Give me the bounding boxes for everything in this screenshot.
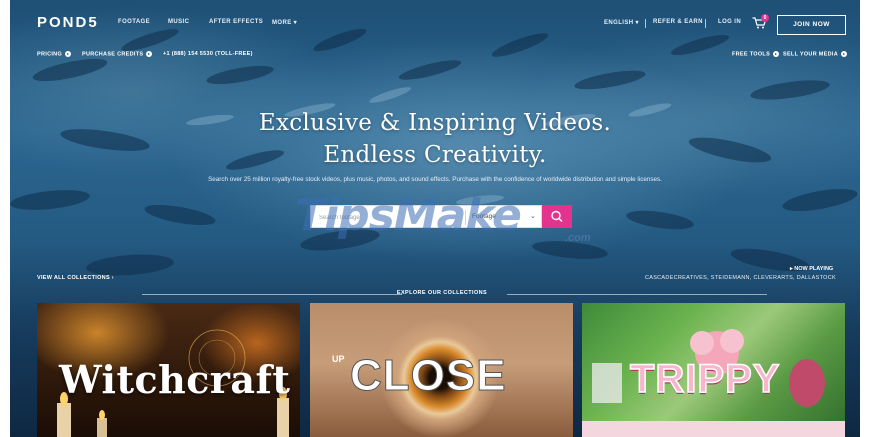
nav-separator bbox=[645, 19, 646, 28]
now-playing-credits[interactable]: CASCADECREATIVES, STEIDEMANN, CLEVERARTS… bbox=[645, 275, 836, 281]
view-all-collections-link[interactable]: VIEW ALL COLLECTIONS › bbox=[37, 275, 114, 281]
play-circle-icon bbox=[841, 51, 848, 57]
nav-music[interactable]: MUSIC bbox=[168, 19, 189, 25]
page: POND5 FOOTAGE MUSIC AFTER EFFECTS MORE ▾… bbox=[0, 0, 870, 437]
play-circle-icon bbox=[65, 51, 72, 57]
top-navigation: POND5 FOOTAGE MUSIC AFTER EFFECTS MORE ▾… bbox=[10, 0, 860, 44]
collection-card-up-close[interactable]: UP CLOSE bbox=[310, 303, 573, 437]
nav-more[interactable]: MORE ▾ bbox=[272, 19, 297, 26]
collection-title-close: CLOSE bbox=[350, 351, 507, 401]
refer-earn-link[interactable]: REFER & EARN bbox=[653, 19, 703, 25]
collection-title-trippy: TRIPPY bbox=[629, 356, 781, 402]
language-selector[interactable]: ENGLISH ▾ bbox=[604, 19, 639, 26]
nav-footage[interactable]: FOOTAGE bbox=[118, 19, 150, 25]
free-tools-label: FREE TOOLS bbox=[732, 51, 771, 58]
collection-card-trippy[interactable]: TRIPPY bbox=[582, 303, 845, 437]
free-tools-link[interactable]: FREE TOOLS bbox=[732, 51, 780, 58]
cart-count-badge: 0 bbox=[761, 14, 769, 22]
collection-title-witchcraft: Witchcraft bbox=[59, 357, 291, 402]
play-circle-icon bbox=[146, 51, 153, 57]
collection-title-up: UP bbox=[332, 354, 345, 364]
now-playing-label: ▸ NOW PLAYING bbox=[790, 266, 834, 272]
hero-subline: Search over 25 million royalty-free stoc… bbox=[208, 176, 662, 183]
explore-collections-label: EXPLORE OUR COLLECTIONS bbox=[396, 290, 488, 296]
explore-collections-heading: EXPLORE OUR COLLECTIONS bbox=[37, 290, 847, 298]
chevron-down-icon[interactable]: ⌄ bbox=[530, 212, 536, 220]
search-divider bbox=[465, 210, 466, 225]
search-input[interactable] bbox=[319, 212, 459, 223]
purchase-credits-label: PURCHASE CREDITS bbox=[82, 51, 144, 58]
hero-headline-line2: Endless Creativity. bbox=[323, 142, 547, 168]
sell-media-link[interactable]: SELL YOUR MEDIA bbox=[783, 51, 848, 58]
watermark-suffix: .com bbox=[565, 232, 591, 244]
search-type-select[interactable]: Footage bbox=[472, 213, 496, 220]
phone-number: +1 (888) 154 5530 (TOLL-FREE) bbox=[163, 51, 253, 57]
purchase-credits-link[interactable]: PURCHASE CREDITS bbox=[82, 51, 153, 58]
login-link[interactable]: LOG IN bbox=[718, 19, 741, 25]
hero-headline-line1: Exclusive & Inspiring Videos. bbox=[258, 110, 612, 136]
pricing-label: PRICING bbox=[37, 51, 63, 58]
collection-card-witchcraft[interactable]: Witchcraft bbox=[37, 303, 300, 437]
pricing-link[interactable]: PRICING bbox=[37, 51, 72, 58]
join-now-button[interactable]: JOIN NOW bbox=[777, 15, 846, 35]
play-circle-icon bbox=[773, 51, 780, 57]
hero-banner: POND5 FOOTAGE MUSIC AFTER EFFECTS MORE ▾… bbox=[10, 0, 860, 437]
search-bar: Footage ⌄ bbox=[310, 205, 542, 228]
search-button[interactable] bbox=[542, 205, 572, 228]
nav-after-effects[interactable]: AFTER EFFECTS bbox=[209, 19, 263, 25]
nav-separator bbox=[705, 19, 706, 28]
sell-media-label: SELL YOUR MEDIA bbox=[783, 51, 839, 58]
search-icon bbox=[551, 210, 563, 223]
pond5-logo[interactable]: POND5 bbox=[37, 14, 99, 31]
